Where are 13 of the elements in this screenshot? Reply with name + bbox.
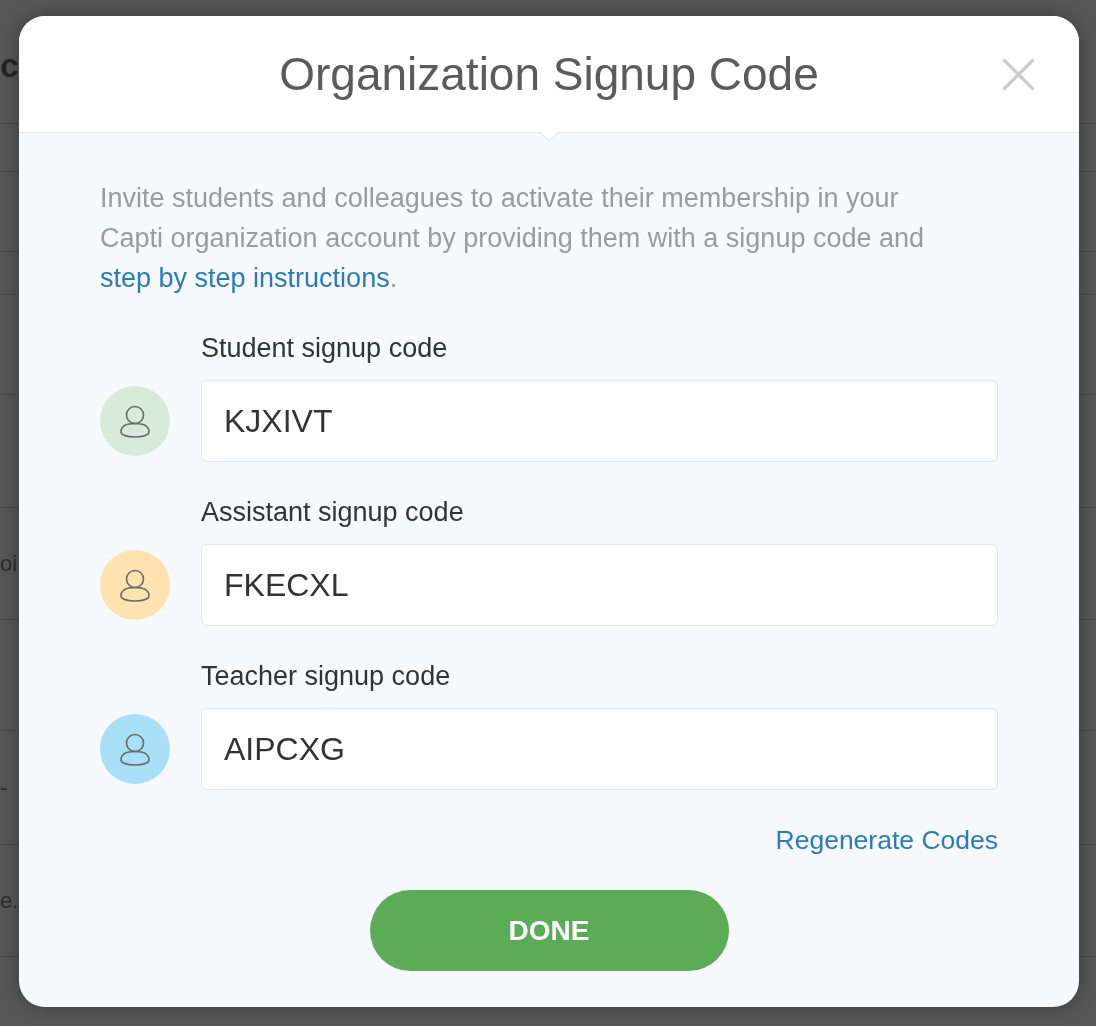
dialog-title: Organization Signup Code (279, 47, 819, 102)
signup-code-label: Student signup code (201, 333, 449, 363)
signup-code-field[interactable]: KJXIVT (201, 380, 998, 462)
signup-code-label: Assistant signup code (201, 497, 465, 527)
signup-code-label: Teacher signup code (201, 661, 452, 691)
regenerate-codes-link[interactable]: Regenerate Codes (775, 825, 998, 855)
intro-paragraph: Invite students and colleagues to activate their membership in your Capti organization account by providing them with a signup code and step by step instructions. (100, 182, 925, 295)
close-icon (1002, 57, 1035, 91)
signup-code-field[interactable]: FKECXL (201, 544, 998, 626)
instructions-link[interactable]: step by step instructions (100, 263, 390, 293)
close-button[interactable] (1002, 57, 1035, 91)
text-fragment: - (0, 773, 8, 802)
signup-code-field[interactable]: AIPCXG (201, 708, 998, 790)
